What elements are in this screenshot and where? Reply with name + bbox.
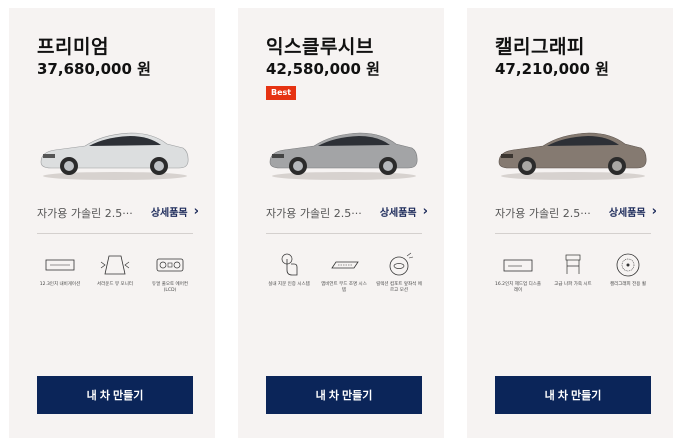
best-badge: Best [266,86,297,100]
divider [495,233,651,234]
trim-name: 익스클루시브 [266,36,374,58]
wheel-icon [616,253,640,277]
divider [37,233,193,234]
trim-price: 37,680,000 원 [37,60,151,78]
display-panel-icon [503,259,533,272]
option-item: 앰비언트 무드 조명 시스템 [321,252,367,294]
option-label: 16.2인치 헤드업 디스플레이 [495,282,541,293]
option-label: 실내 지문 인증 시스템 [268,282,310,287]
option-icons: 12.3인치 내비게이션 서라운드 뷰 모니터 듀얼 풀오토 에어컨 (LCD) [37,252,193,294]
spec-text: 자가용 가솔린 2.5··· [266,207,362,220]
car-image [269,132,418,180]
option-item: 릴렉션 컴포트 앞좌석 에르고 모션 [376,252,422,294]
build-my-car-button[interactable]: 내 차 만들기 [37,376,193,414]
option-item: 캘리그래피 전용 휠 [605,252,651,294]
option-item: 12.3인치 내비게이션 [37,252,83,294]
car-image [498,132,647,180]
spec-text: 자가용 가솔린 2.5··· [37,207,133,220]
option-item: 서라운드 뷰 모니터 [92,252,138,294]
trim-card-calligraphy: 캘리그래피 47,210,000 원 자가용 가솔린 2.5··· 상세품목 ›… [467,8,673,438]
spec-text: 자가용 가솔린 2.5··· [495,207,591,220]
trim-card-exclusive: 익스클루시브 42,580,000 원 Best 자가용 가솔린 2.5··· … [238,8,444,438]
detail-items-link[interactable]: 상세품목 › [609,204,657,219]
trim-name: 캘리그래피 [495,36,585,58]
trim-price: 47,210,000 원 [495,60,609,78]
build-my-car-button[interactable]: 내 차 만들기 [266,376,422,414]
option-icons: 16.2인치 헤드업 디스플레이 고급 나파 가죽 시트 캘리그래피 전용 휠 [495,252,651,294]
option-label: 서라운드 뷰 모니터 [97,282,133,287]
trim-name: 프리미엄 [37,36,109,58]
option-item: 16.2인치 헤드업 디스플레이 [495,252,541,294]
touch-control-icon [281,253,298,276]
chevron-right-icon: › [651,204,657,219]
option-item: 실내 지문 인증 시스템 [266,252,312,294]
seat-icon [565,254,581,274]
divider [266,233,422,234]
chevron-right-icon: › [193,204,199,219]
option-item: 고급 나파 가죽 시트 [550,252,596,294]
option-icons: 실내 지문 인증 시스템 앰비언트 무드 조명 시스템 릴렉션 컴포트 앞좌석 … [266,252,422,294]
trim-card-premium: 프리미엄 37,680,000 원 자가용 가솔린 2.5··· 상세품목 › … [9,8,215,438]
chevron-right-icon: › [422,204,428,219]
option-label: 12.3인치 내비게이션 [39,282,81,287]
seat-massage-icon [389,252,414,276]
detail-items-link[interactable]: 상세품목 › [380,204,428,219]
option-label: 캘리그래피 전용 휠 [610,282,646,287]
detail-label: 상세품목 [150,208,188,219]
detail-items-link[interactable]: 상세품목 › [151,204,199,219]
climate-panel-icon [156,258,184,272]
detail-label: 상세품목 [608,208,646,219]
option-label: 고급 나파 가죽 시트 [554,282,592,287]
build-my-car-button[interactable]: 내 차 만들기 [495,376,651,414]
option-label: 앰비언트 무드 조명 시스템 [321,282,367,293]
instrument-cluster-icon [45,259,75,271]
option-label: 릴렉션 컴포트 앞좌석 에르고 모션 [376,282,422,293]
car-image [40,132,189,180]
trim-price: 42,580,000 원 [266,60,380,78]
detail-label: 상세품목 [379,208,417,219]
option-item: 듀얼 풀오토 에어컨 (LCD) [147,252,193,294]
surround-view-icon [100,255,130,275]
ambient-light-icon [331,261,359,269]
option-label: 듀얼 풀오토 에어컨 (LCD) [152,282,188,293]
